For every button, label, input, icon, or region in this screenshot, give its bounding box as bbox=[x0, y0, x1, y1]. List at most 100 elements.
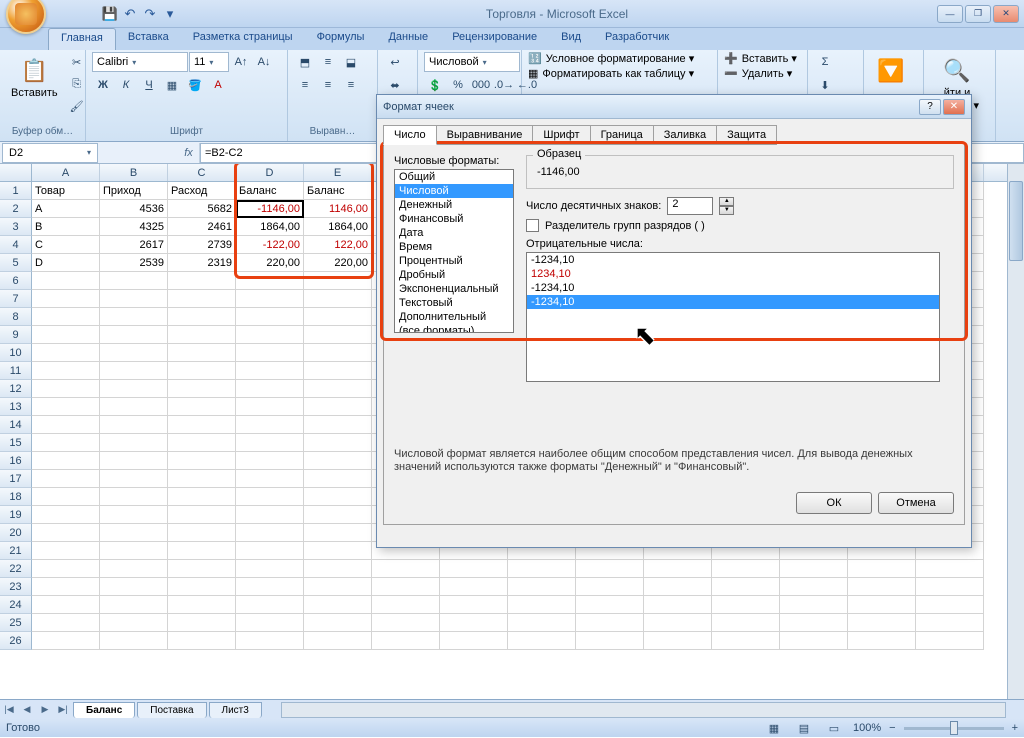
cell[interactable] bbox=[100, 272, 168, 290]
increase-decimal-icon[interactable]: .0→ bbox=[493, 75, 515, 95]
row-header[interactable]: 22 bbox=[0, 560, 32, 578]
thousands-separator-checkbox[interactable]: Разделитель групп разрядов ( ) bbox=[526, 219, 954, 232]
cell[interactable] bbox=[100, 488, 168, 506]
cell[interactable]: 1864,00 bbox=[304, 218, 372, 236]
cell[interactable] bbox=[100, 632, 168, 650]
cell[interactable] bbox=[712, 596, 780, 614]
cell[interactable] bbox=[168, 290, 236, 308]
cell[interactable] bbox=[100, 578, 168, 596]
cell[interactable] bbox=[508, 614, 576, 632]
cell[interactable] bbox=[236, 416, 304, 434]
cell[interactable] bbox=[916, 596, 984, 614]
row-header[interactable]: 16 bbox=[0, 452, 32, 470]
border-icon[interactable]: ▦ bbox=[161, 75, 183, 95]
cell[interactable] bbox=[100, 596, 168, 614]
row-header[interactable]: 7 bbox=[0, 290, 32, 308]
cell[interactable] bbox=[100, 398, 168, 416]
decimals-down-button[interactable]: ▼ bbox=[719, 206, 734, 215]
percent-icon[interactable]: % bbox=[447, 75, 469, 95]
paste-button[interactable]: 📋 Вставить bbox=[6, 52, 63, 102]
cut-icon[interactable]: ✂ bbox=[66, 52, 88, 72]
row-header[interactable]: 13 bbox=[0, 398, 32, 416]
row-header[interactable]: 9 bbox=[0, 326, 32, 344]
cell[interactable] bbox=[236, 560, 304, 578]
merge-icon[interactable]: ⬌ bbox=[384, 75, 406, 95]
maximize-button[interactable]: ❐ bbox=[965, 5, 991, 23]
cell[interactable] bbox=[304, 272, 372, 290]
prev-sheet-button[interactable]: ◀ bbox=[18, 701, 36, 719]
cell[interactable] bbox=[32, 308, 100, 326]
cell[interactable] bbox=[32, 614, 100, 632]
page-break-view-icon[interactable]: ▭ bbox=[823, 718, 845, 738]
dlg-tab-fill[interactable]: Заливка bbox=[653, 125, 717, 145]
cell[interactable] bbox=[236, 524, 304, 542]
cell[interactable] bbox=[304, 560, 372, 578]
cell[interactable] bbox=[916, 560, 984, 578]
cell[interactable] bbox=[32, 578, 100, 596]
negative-format-item[interactable]: -1234,10 bbox=[527, 281, 939, 295]
dlg-tab-border[interactable]: Граница bbox=[590, 125, 654, 145]
column-header[interactable]: B bbox=[100, 164, 168, 181]
cell[interactable] bbox=[440, 596, 508, 614]
sheet-tab-sheet3[interactable]: Лист3 bbox=[209, 702, 262, 718]
cell[interactable] bbox=[576, 632, 644, 650]
cell[interactable] bbox=[236, 398, 304, 416]
cell[interactable] bbox=[168, 416, 236, 434]
cell[interactable] bbox=[780, 632, 848, 650]
cell[interactable] bbox=[304, 470, 372, 488]
page-layout-view-icon[interactable]: ▤ bbox=[793, 718, 815, 738]
cell[interactable] bbox=[100, 434, 168, 452]
category-item[interactable]: (все форматы) bbox=[395, 324, 513, 333]
cell[interactable] bbox=[32, 326, 100, 344]
row-header[interactable]: 4 bbox=[0, 236, 32, 254]
dlg-tab-font[interactable]: Шрифт bbox=[532, 125, 590, 145]
cell[interactable] bbox=[372, 632, 440, 650]
cell[interactable] bbox=[780, 560, 848, 578]
cell[interactable]: 2461 bbox=[168, 218, 236, 236]
cell[interactable] bbox=[372, 578, 440, 596]
cell[interactable] bbox=[100, 452, 168, 470]
tab-data[interactable]: Данные bbox=[376, 28, 440, 50]
row-header[interactable]: 24 bbox=[0, 596, 32, 614]
zoom-value[interactable]: 100% bbox=[853, 722, 881, 734]
category-list[interactable]: ОбщийЧисловойДенежныйФинансовыйДатаВремя… bbox=[394, 169, 514, 333]
first-sheet-button[interactable]: |◀ bbox=[0, 701, 18, 719]
cancel-button[interactable]: Отмена bbox=[878, 492, 954, 514]
tab-review[interactable]: Рецензирование bbox=[440, 28, 549, 50]
cell[interactable]: 5682 bbox=[168, 200, 236, 218]
cell[interactable] bbox=[236, 272, 304, 290]
cell[interactable] bbox=[168, 470, 236, 488]
cell[interactable] bbox=[304, 290, 372, 308]
format-as-table-button[interactable]: ▦Форматировать как таблицу ▾ bbox=[528, 67, 694, 80]
cell[interactable] bbox=[32, 632, 100, 650]
last-sheet-button[interactable]: ▶| bbox=[54, 701, 72, 719]
cell[interactable] bbox=[32, 524, 100, 542]
cell[interactable] bbox=[712, 632, 780, 650]
cell[interactable]: Приход bbox=[100, 182, 168, 200]
cell[interactable]: 220,00 bbox=[304, 254, 372, 272]
cell[interactable]: D bbox=[32, 254, 100, 272]
cell[interactable] bbox=[168, 506, 236, 524]
cell[interactable] bbox=[168, 488, 236, 506]
qat-more-icon[interactable]: ▾ bbox=[162, 6, 178, 22]
cell[interactable] bbox=[508, 560, 576, 578]
negative-format-item[interactable]: -1234,10 bbox=[527, 253, 939, 267]
grow-font-icon[interactable]: A↑ bbox=[230, 52, 252, 72]
cell[interactable] bbox=[168, 308, 236, 326]
category-item[interactable]: Денежный bbox=[395, 198, 513, 212]
row-header[interactable]: 6 bbox=[0, 272, 32, 290]
cell[interactable] bbox=[168, 596, 236, 614]
row-header[interactable]: 18 bbox=[0, 488, 32, 506]
cell[interactable] bbox=[168, 632, 236, 650]
save-icon[interactable]: 💾 bbox=[102, 6, 118, 22]
category-item[interactable]: Текстовый bbox=[395, 296, 513, 310]
cell[interactable] bbox=[236, 452, 304, 470]
cell[interactable] bbox=[32, 560, 100, 578]
cell[interactable]: 4325 bbox=[100, 218, 168, 236]
cell[interactable] bbox=[236, 488, 304, 506]
cell[interactable] bbox=[168, 398, 236, 416]
cell[interactable] bbox=[100, 542, 168, 560]
row-header[interactable]: 25 bbox=[0, 614, 32, 632]
bold-button[interactable]: Ж bbox=[92, 75, 114, 95]
cell[interactable] bbox=[236, 326, 304, 344]
